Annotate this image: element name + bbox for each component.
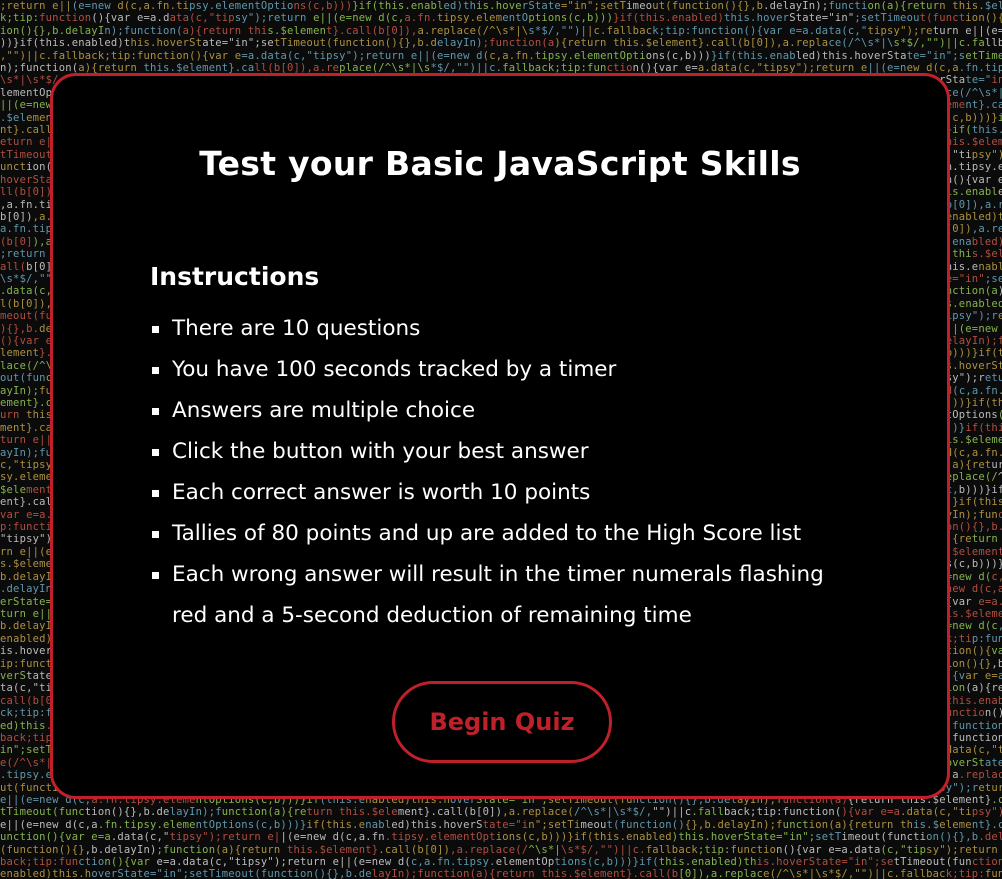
bullet-icon [152,531,159,538]
bullet-icon [152,408,159,415]
instruction-item: You have 100 seconds tracked by a timer [150,349,850,390]
instruction-item: Click the button with your best answer [150,431,850,472]
instruction-item: Each correct answer is worth 10 points [150,472,850,513]
instructions-list: There are 10 questions You have 100 seco… [150,308,850,636]
quiz-intro-card: Test your Basic JavaScript Skills Instru… [50,73,950,799]
quiz-title: Test your Basic JavaScript Skills [199,144,801,183]
instructions-heading: Instructions [150,262,320,291]
bullet-icon [152,490,159,497]
bullet-icon [152,449,159,456]
instruction-item: Answers are multiple choice [150,390,850,431]
bullet-icon [152,367,159,374]
begin-quiz-button[interactable]: Begin Quiz [392,681,612,763]
instruction-item: Each wrong answer will result in the tim… [150,554,850,636]
bullet-icon [152,326,159,333]
instruction-item: Tallies of 80 points and up are added to… [150,513,850,554]
bullet-icon [152,572,159,579]
instruction-item: There are 10 questions [150,308,850,349]
